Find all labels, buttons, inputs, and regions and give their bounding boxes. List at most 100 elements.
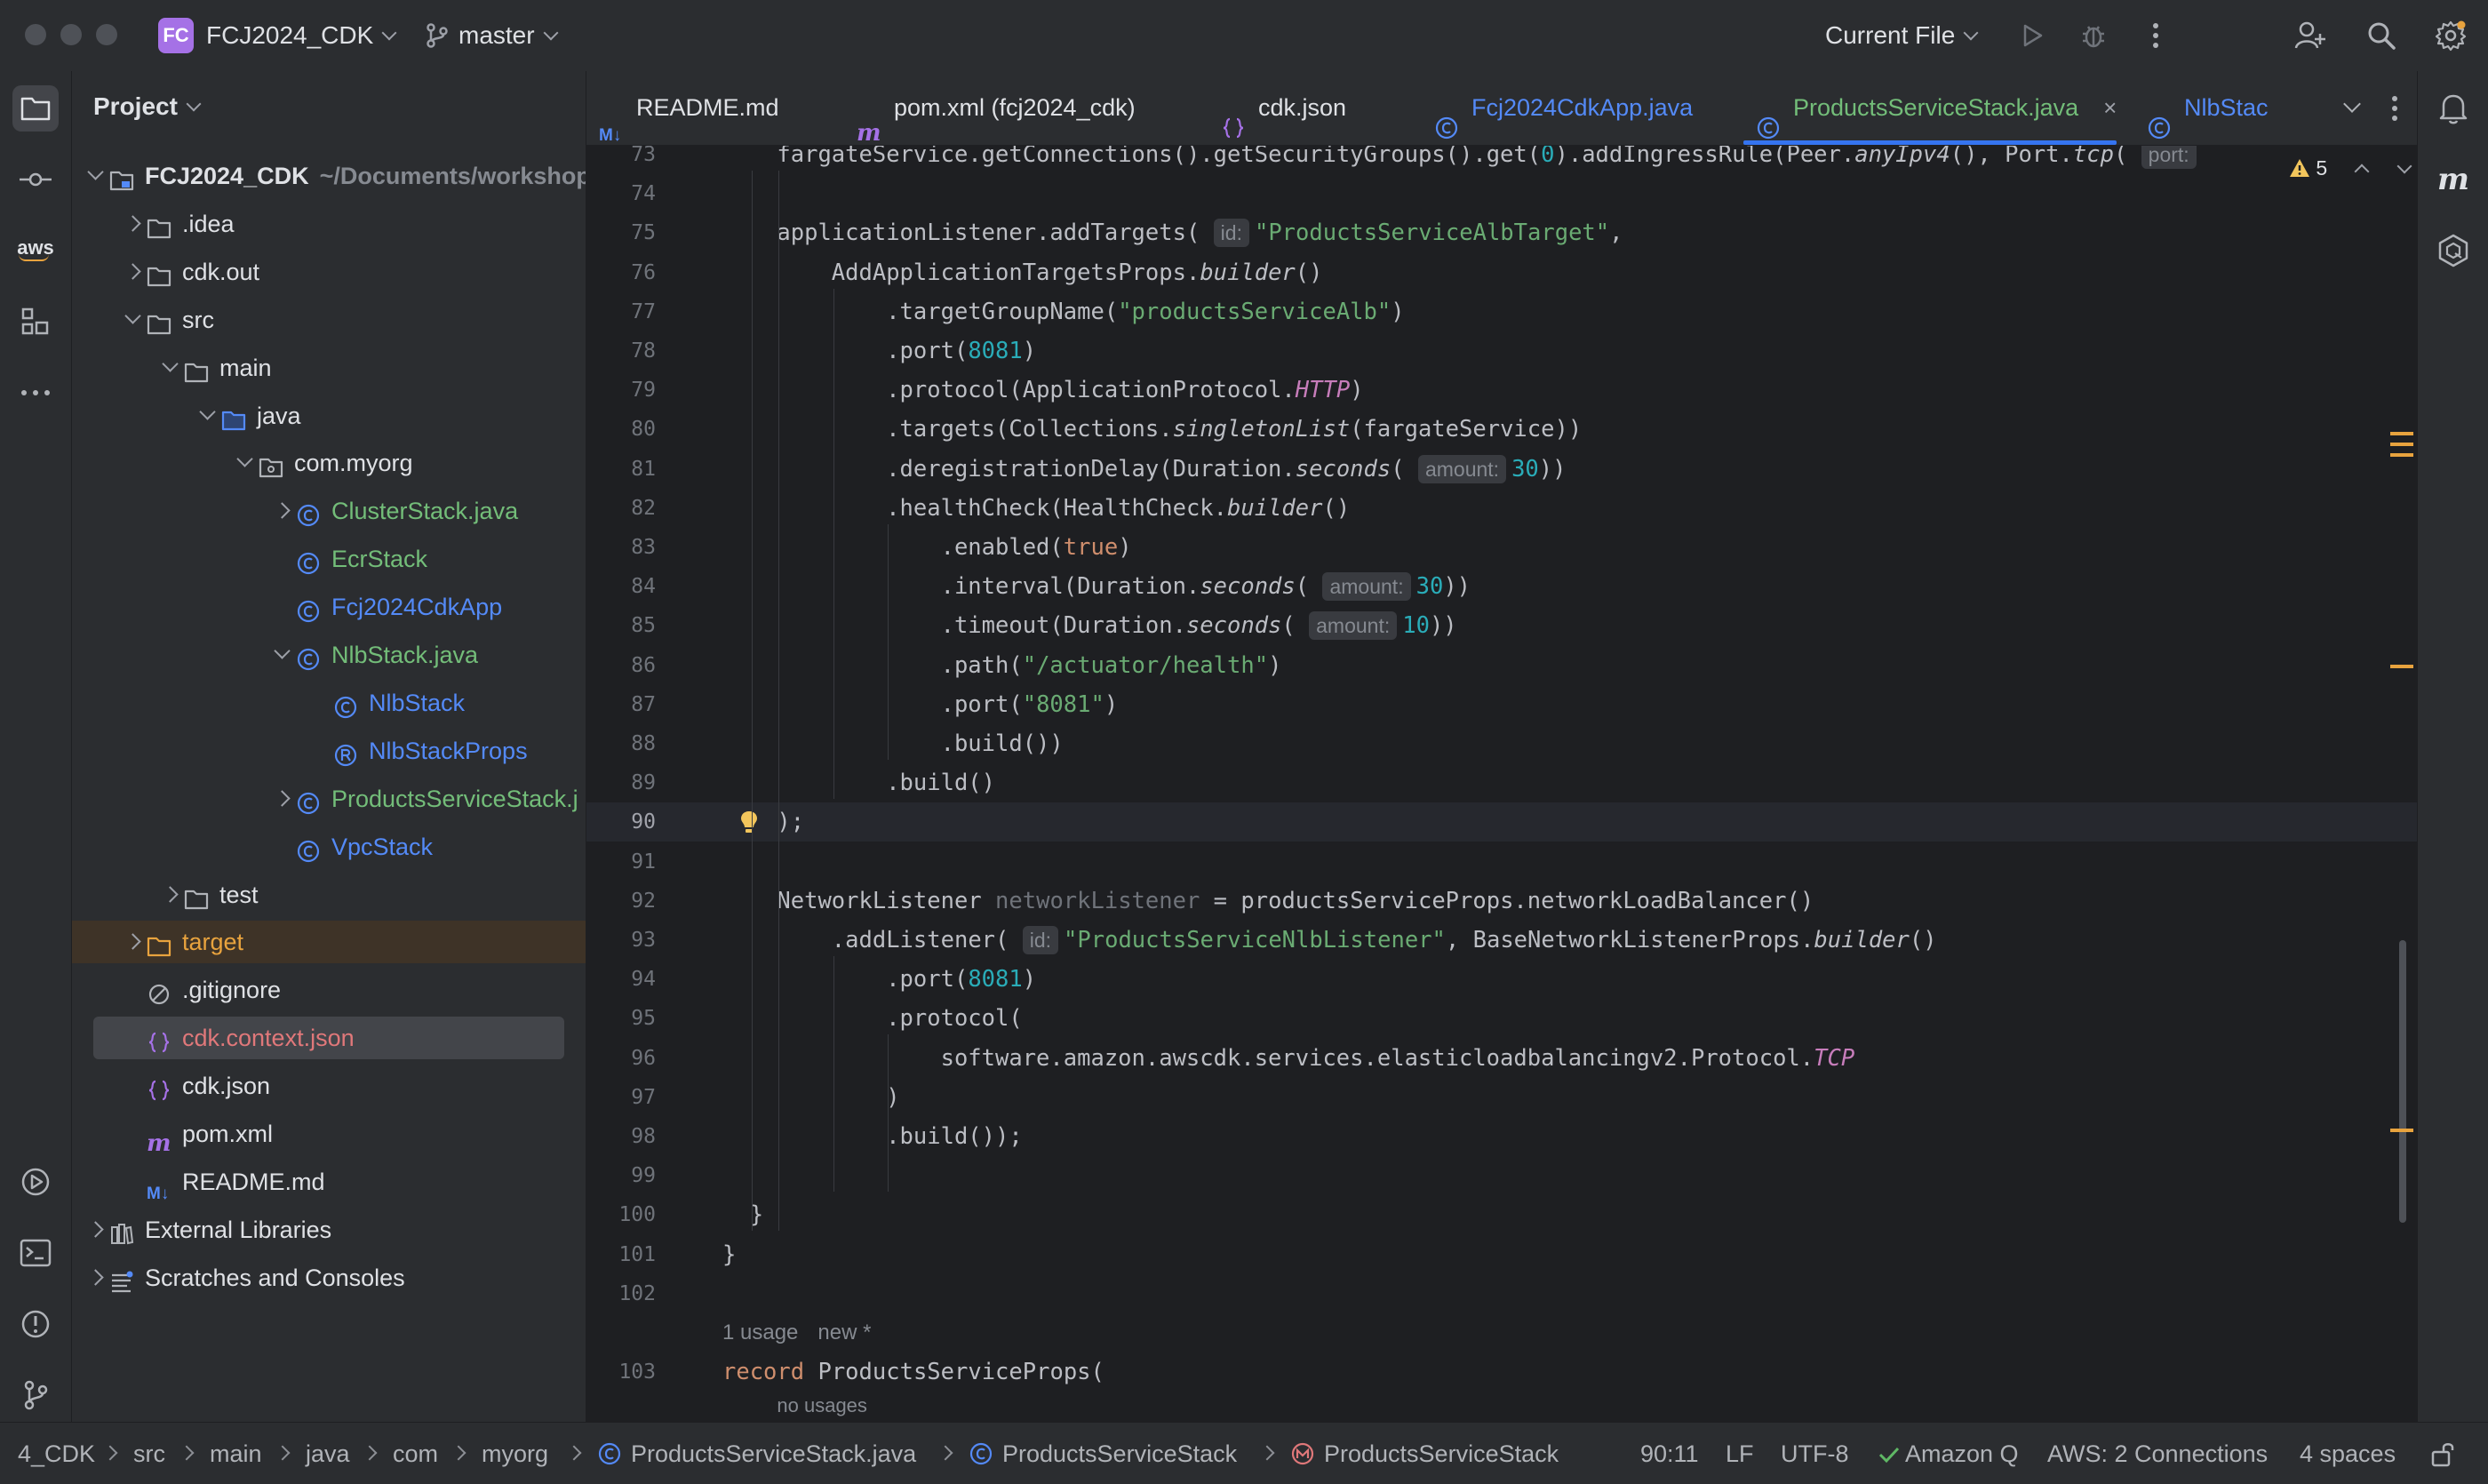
code-lens[interactable]: 1 usage new * <box>722 1313 871 1352</box>
line-number[interactable]: 74 <box>586 174 656 213</box>
editor-scrollbar-thumb[interactable] <box>2399 940 2406 1223</box>
code-line[interactable]: .build() <box>886 763 995 802</box>
editor-tab[interactable]: m pom.xml (fcj2024_cdk) <box>844 71 1136 145</box>
code-line[interactable]: .path("/actuator/health") <box>941 646 1282 685</box>
code-line[interactable]: AddApplicationTargetsProps.builder() <box>832 253 1323 292</box>
aws-toolkit-button[interactable]: aws <box>12 227 59 274</box>
amazon-q-tool-button[interactable] <box>2430 227 2476 274</box>
chevron-right-icon[interactable] <box>162 885 179 903</box>
tree-item[interactable]: NlbStackProps <box>72 730 586 772</box>
tree-item[interactable]: NlbStack.java <box>72 634 586 676</box>
line-number[interactable]: 87 <box>586 685 656 724</box>
code-line[interactable]: ); <box>777 802 804 842</box>
code-line[interactable]: .protocol(ApplicationProtocol.HTTP) <box>886 371 1363 410</box>
chevron-down-icon[interactable] <box>87 164 104 180</box>
line-number[interactable]: 94 <box>586 960 656 999</box>
breadcrumb-item[interactable]: myorg <box>482 1423 548 1484</box>
code-line[interactable]: .deregistrationDelay(Duration.seconds( a… <box>886 450 1567 489</box>
code-line[interactable]: software.amazon.awscdk.services.elasticl… <box>941 1039 1855 1078</box>
line-number[interactable]: 91 <box>586 842 656 882</box>
editor-tab[interactable]: ProductsServiceStack.java × <box>1743 71 2117 145</box>
breadcrumb-item[interactable]: main <box>210 1423 262 1484</box>
breadcrumb-item[interactable]: ProductsServiceStack.java <box>597 1423 916 1484</box>
code-line[interactable]: .addListener( id: "ProductsServiceNlbList… <box>832 921 1937 960</box>
line-number[interactable]: 101 <box>586 1235 656 1274</box>
chevron-down-icon[interactable] <box>236 451 253 468</box>
breadcrumb-item[interactable]: java <box>306 1423 350 1484</box>
debug-button[interactable] <box>2074 16 2113 55</box>
code-line[interactable]: .enabled(true) <box>941 528 1132 567</box>
editor-tab[interactable]: Fcj2024CdkApp.java <box>1422 71 1693 145</box>
next-highlight-button[interactable] <box>2396 158 2412 174</box>
line-number[interactable]: 84 <box>586 567 656 606</box>
indent-setting[interactable]: 4 spaces <box>2300 1423 2396 1484</box>
zoom-window-button[interactable] <box>96 24 117 45</box>
tree-item[interactable]: Fcj2024CdkApp <box>72 586 586 628</box>
services-tool-button[interactable] <box>12 1159 59 1205</box>
code-lens[interactable]: no usages <box>777 1386 867 1422</box>
code-line[interactable]: .port("8081") <box>941 685 1119 724</box>
editor-tab[interactable]: M↓ README.md <box>586 71 779 145</box>
tree-item[interactable]: Scratches and Consoles <box>72 1257 586 1299</box>
usage-count[interactable]: 1 usage <box>722 1320 798 1344</box>
project-panel-title[interactable]: Project <box>93 91 202 123</box>
error-stripe-mark[interactable] <box>2390 443 2413 446</box>
line-number[interactable]: 79 <box>586 371 656 410</box>
tree-item[interactable]: test <box>72 874 586 916</box>
line-number[interactable]: 89 <box>586 763 656 802</box>
code-line[interactable]: .build()); <box>886 1117 1023 1156</box>
line-number[interactable]: 93 <box>586 921 656 960</box>
editor-tab[interactable]: cdk.json <box>1208 71 1346 145</box>
code-line[interactable]: .build()) <box>941 724 1064 763</box>
code-line[interactable]: } <box>722 1235 736 1274</box>
line-number[interactable]: 86 <box>586 646 656 685</box>
minimize-window-button[interactable] <box>60 24 82 45</box>
tree-item[interactable]: FCJ2024_CDK ~/Documents/workshop <box>72 155 586 197</box>
chevron-right-icon[interactable] <box>87 1221 104 1238</box>
chevron-down-icon[interactable] <box>199 403 216 420</box>
line-number[interactable]: 96 <box>586 1039 656 1078</box>
error-stripe-mark[interactable] <box>2390 453 2413 457</box>
line-number[interactable]: 76 <box>586 253 656 292</box>
tree-item[interactable]: com.myorg <box>72 442 586 484</box>
tree-item[interactable]: m pom.xml <box>72 1113 586 1155</box>
caret-position[interactable]: 90:11 <box>1640 1423 1699 1484</box>
chevron-right-icon[interactable] <box>87 1268 104 1286</box>
tree-item[interactable]: ClusterStack.java <box>72 490 586 532</box>
settings-button[interactable] <box>2431 16 2470 55</box>
tree-item[interactable]: External Libraries <box>72 1209 586 1251</box>
lightbulb-icon[interactable] <box>739 810 759 834</box>
line-number[interactable]: 99 <box>586 1156 656 1195</box>
code-line[interactable]: fargateService.getConnections().getSecur… <box>777 146 2201 174</box>
line-number[interactable]: 78 <box>586 331 656 371</box>
run-config-selector[interactable]: Current File <box>1825 20 1979 52</box>
chevron-down-icon[interactable] <box>2343 95 2361 113</box>
line-number[interactable]: 77 <box>586 292 656 331</box>
previous-highlight-button[interactable] <box>2354 164 2370 180</box>
line-number[interactable]: 100 <box>586 1195 656 1234</box>
git-tool-button[interactable] <box>12 1372 59 1418</box>
tree-item[interactable]: cdk.out <box>72 251 586 293</box>
file-encoding[interactable]: UTF-8 <box>1781 1423 1849 1484</box>
chevron-right-icon[interactable] <box>274 502 291 519</box>
tree-item[interactable]: ProductsServiceStack.j <box>72 778 586 820</box>
chevron-down-icon[interactable] <box>162 355 179 372</box>
more-actions-button[interactable] <box>2136 16 2175 55</box>
code-line[interactable]: .targetGroupName("productsServiceAlb") <box>886 292 1404 331</box>
chevron-right-icon[interactable] <box>124 933 141 951</box>
editor-tab[interactable]: NlbStac <box>2134 71 2269 145</box>
tree-item[interactable]: .idea <box>72 203 586 245</box>
search-button[interactable] <box>2362 16 2401 55</box>
code-line[interactable]: .timeout(Duration.seconds( amount: 10)) <box>941 606 1457 645</box>
line-number[interactable]: 82 <box>586 489 656 528</box>
line-number[interactable]: 102 <box>586 1274 656 1313</box>
breadcrumb-item[interactable]: com <box>393 1423 438 1484</box>
line-number[interactable]: 83 <box>586 528 656 567</box>
line-number[interactable]: 80 <box>586 410 656 449</box>
project-badge[interactable]: FC <box>158 18 194 53</box>
run-button[interactable] <box>2014 16 2053 55</box>
project-selector[interactable]: FCJ2024_CDK <box>206 20 397 52</box>
line-number[interactable]: 95 <box>586 999 656 1038</box>
readonly-toggle[interactable] <box>2431 1440 2456 1472</box>
line-number[interactable]: 75 <box>586 213 656 252</box>
